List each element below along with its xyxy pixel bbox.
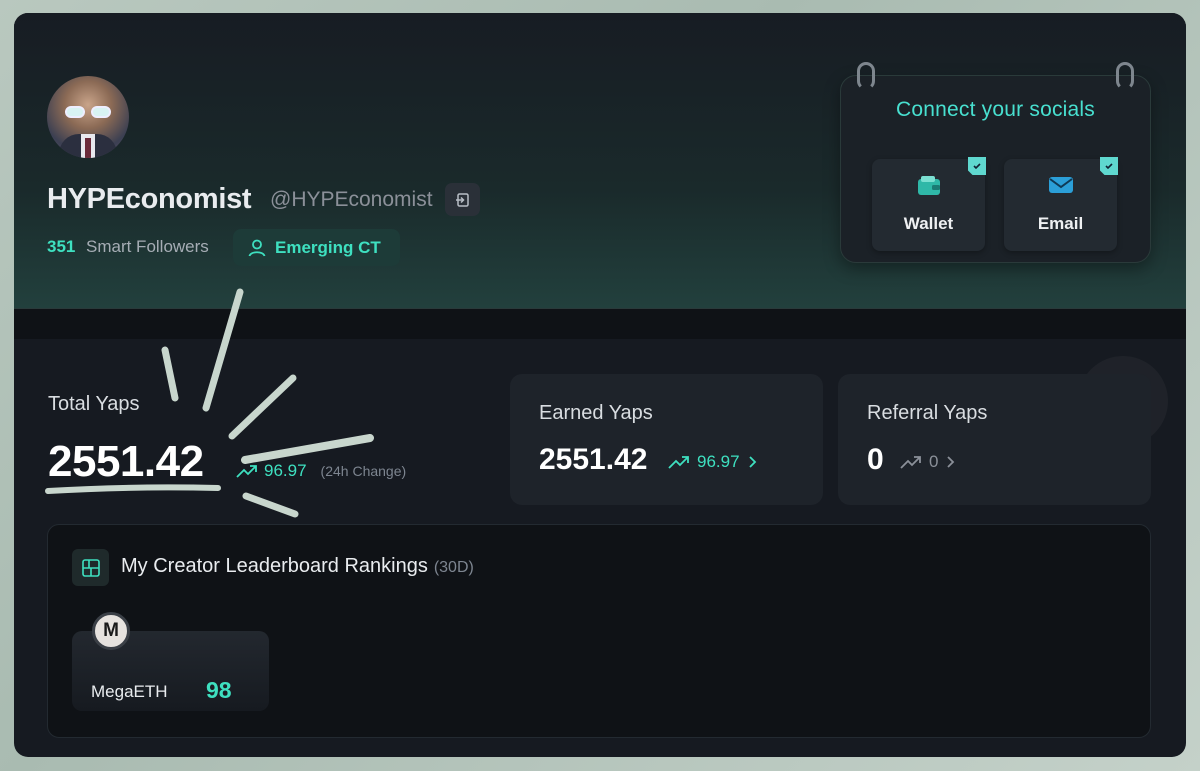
- mail-icon: [1048, 177, 1073, 193]
- trend-up-icon: [900, 456, 921, 469]
- referral-yaps-value: 0: [867, 443, 884, 476]
- user-handle: @HYPEconomist: [270, 188, 433, 211]
- email-label: Email: [1037, 214, 1084, 233]
- leaderboard-title-text: My Creator Leaderboard Rankings: [121, 555, 428, 577]
- megaeth-logo-icon: M: [92, 612, 130, 650]
- earned-yaps-change: 96.97: [668, 452, 759, 472]
- check-icon: [968, 157, 986, 175]
- referral-yaps-change-value: 0: [929, 452, 939, 471]
- logout-icon: [455, 192, 469, 207]
- socials-title: Connect your socials: [896, 98, 1095, 121]
- total-yaps-change-label: (24h Change): [320, 463, 407, 479]
- profile-header: HYPEconomist @HYPEconomist 351 Smart Fol…: [14, 13, 1186, 309]
- status-badge: Emerging CT: [233, 229, 400, 266]
- referral-yaps-label: Referral Yaps: [867, 402, 988, 424]
- connect-socials-panel: Connect your socials Wallet Email: [840, 62, 1151, 263]
- binder-ring-icon: [857, 62, 875, 90]
- logout-button[interactable]: [445, 183, 480, 216]
- email-button[interactable]: Email: [1004, 157, 1118, 251]
- trend-up-icon: [668, 456, 689, 469]
- earned-yaps-value: 2551.42: [539, 443, 648, 476]
- binder-ring-icon: [1116, 62, 1134, 90]
- smart-followers-count: 351: [47, 237, 76, 256]
- earned-yaps-change-value: 96.97: [697, 452, 740, 471]
- total-yaps-change: 96.97 (24h Change): [236, 461, 406, 481]
- chevron-right-icon[interactable]: [747, 455, 759, 469]
- layout-icon: [72, 549, 109, 586]
- earned-yaps-card[interactable]: Earned Yaps 2551.42 96.97: [510, 374, 823, 505]
- leaderboard-title: My Creator Leaderboard Rankings (30D): [121, 555, 474, 578]
- wallet-label: Wallet: [903, 214, 954, 233]
- trend-up-icon: [236, 465, 257, 478]
- leaderboard-item-name: MegaETH: [91, 682, 168, 701]
- total-yaps-label: Total Yaps: [48, 393, 140, 415]
- referral-yaps-change: 0: [900, 452, 957, 472]
- wallet-icon: [917, 176, 940, 195]
- profile-dashboard: HYPEconomist @HYPEconomist 351 Smart Fol…: [14, 13, 1186, 757]
- smart-followers-label: Smart Followers: [86, 237, 209, 256]
- total-yaps-change-value: 96.97: [264, 461, 307, 480]
- check-icon: [1100, 157, 1118, 175]
- avatar[interactable]: [47, 76, 129, 158]
- divider: [14, 309, 1186, 339]
- badge-label: Emerging CT: [275, 237, 381, 257]
- referral-yaps-card[interactable]: Referral Yaps 0 0: [838, 374, 1151, 505]
- leaderboard-panel: My Creator Leaderboard Rankings (30D) M M…: [47, 524, 1151, 738]
- display-name: HYPEconomist: [47, 183, 252, 215]
- earned-yaps-label: Earned Yaps: [539, 402, 653, 424]
- wallet-button[interactable]: Wallet: [872, 157, 986, 251]
- chevron-right-icon[interactable]: [945, 455, 957, 469]
- user-icon: [248, 239, 266, 256]
- leaderboard-item-score: 98: [206, 677, 232, 703]
- total-yaps-value: 2551.42: [48, 437, 204, 486]
- leaderboard-period: (30D): [433, 559, 474, 576]
